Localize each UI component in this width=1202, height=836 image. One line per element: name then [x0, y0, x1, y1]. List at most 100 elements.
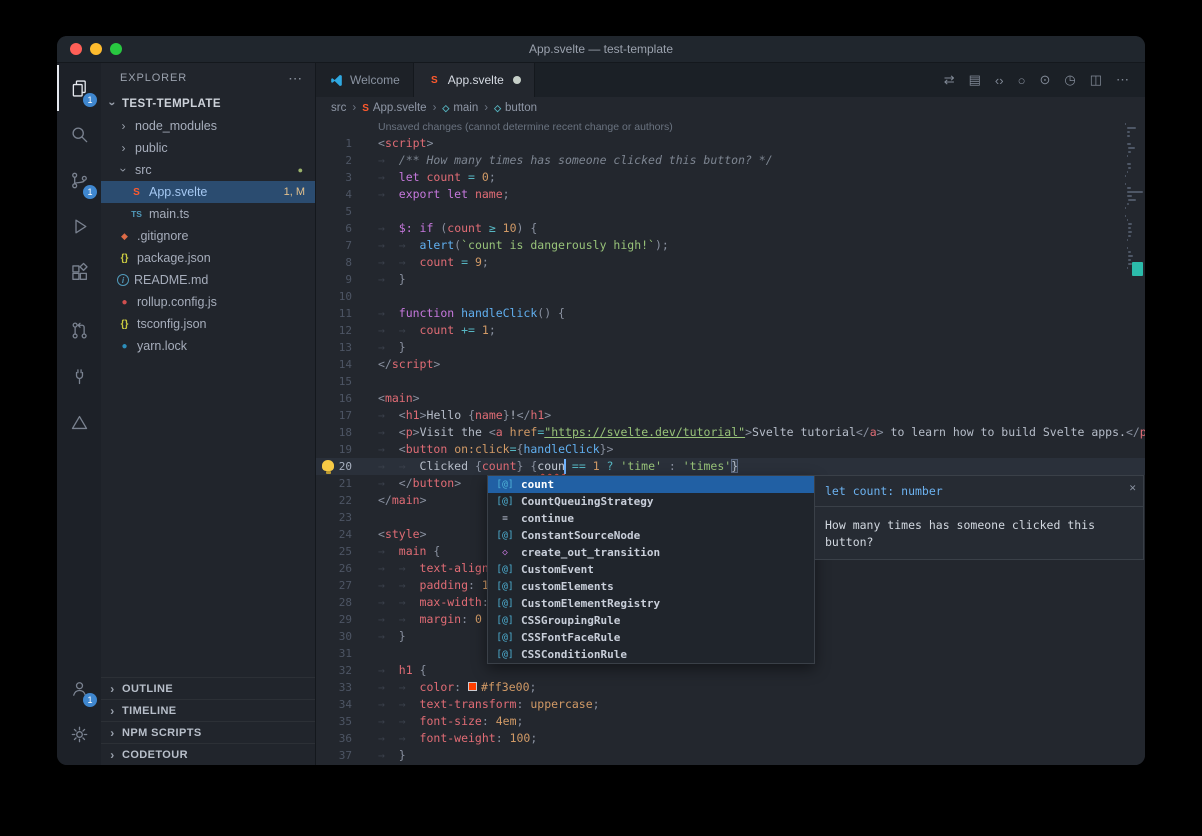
- minimap[interactable]: [1125, 123, 1142, 271]
- code-text: → <button on:click={handleClick}>: [378, 441, 1145, 458]
- tree-item-node_modules[interactable]: ›node_modules: [101, 115, 315, 137]
- tree-item-.gitignore[interactable]: ◆.gitignore: [101, 225, 315, 247]
- code-line[interactable]: 14</script>: [316, 356, 1145, 373]
- split-editor-icon[interactable]: ◫: [1090, 72, 1102, 88]
- token: handleClick: [523, 442, 599, 456]
- activity-codetour-button[interactable]: [57, 399, 101, 445]
- code-line[interactable]: 9→ }: [316, 271, 1145, 288]
- title-bar[interactable]: App.svelte — test-template: [57, 36, 1145, 63]
- tree-item-label: public: [135, 141, 168, 155]
- breadcrumb-button[interactable]: ◇button: [494, 102, 537, 114]
- suggestion-CustomEvent[interactable]: [@]CustomEvent: [488, 561, 814, 578]
- tab-welcome[interactable]: Welcome: [316, 63, 414, 97]
- breadcrumb-label: button: [505, 102, 537, 114]
- activity-source-control-button[interactable]: 1: [57, 157, 101, 203]
- suggestion-kind-icon: ◇: [493, 544, 517, 561]
- editor[interactable]: Unsaved changes (cannot determine recent…: [316, 119, 1145, 765]
- token: );: [655, 238, 669, 252]
- codelens[interactable]: Unsaved changes (cannot determine recent…: [316, 119, 1145, 135]
- tree-item-main.ts[interactable]: TSmain.ts: [101, 203, 315, 225]
- tab-app-svelte[interactable]: S App.svelte: [414, 63, 535, 97]
- code-line[interactable]: 32→ h1 {: [316, 662, 1145, 679]
- section-npm-scripts[interactable]: ›NPM SCRIPTS: [101, 721, 315, 743]
- lightbulb-icon[interactable]: [322, 460, 334, 471]
- tree-item-README.md[interactable]: iREADME.md: [101, 269, 315, 291]
- suggestion-CustomElementRegistry[interactable]: [@]CustomElementRegistry: [488, 595, 814, 612]
- code-line[interactable]: 1<script>: [316, 135, 1145, 152]
- section-codetour[interactable]: ›CODETOUR: [101, 743, 315, 765]
- tree-item-public[interactable]: ›public: [101, 137, 315, 159]
- suggestion-ConstantSourceNode[interactable]: [@]ConstantSourceNode: [488, 527, 814, 544]
- suggestion-CSSGroupingRule[interactable]: [@]CSSGroupingRule: [488, 612, 814, 629]
- open-changes-icon[interactable]: ▤: [969, 72, 981, 88]
- code-line[interactable]: 19→ <button on:click={handleClick}>: [316, 441, 1145, 458]
- screencast-icon[interactable]: ⊙: [1039, 72, 1050, 88]
- code-line[interactable]: 37→ }: [316, 747, 1145, 764]
- suggestion-customElements[interactable]: [@]customElements: [488, 578, 814, 595]
- accounts-button[interactable]: 1: [57, 665, 101, 711]
- explorer-sidebar: EXPLORER ⋯ › TEST-TEMPLATE ›node_modules…: [101, 63, 316, 765]
- unsaved-dot[interactable]: [513, 76, 521, 84]
- inline-view-icon[interactable]: ‹›: [995, 73, 1004, 88]
- close-window-button[interactable]: [70, 43, 82, 55]
- code-line[interactable]: 17→ <h1>Hello {name}!</h1>: [316, 407, 1145, 424]
- activity-search-button[interactable]: [57, 111, 101, 157]
- suggestion-continue[interactable]: ≡continue: [488, 510, 814, 527]
- breadcrumb-src[interactable]: src: [331, 102, 346, 114]
- minimize-window-button[interactable]: [90, 43, 102, 55]
- code-line[interactable]: 18→ <p>Visit the <a href="https://svelte…: [316, 424, 1145, 441]
- code-line[interactable]: 33→ → color: #ff3e00;: [316, 679, 1145, 696]
- tree-item-src[interactable]: ›src●: [101, 159, 315, 181]
- code-line[interactable]: 12→ → count += 1;: [316, 322, 1145, 339]
- line-number: 31: [316, 645, 378, 662]
- timeline-icon[interactable]: ◷: [1064, 72, 1075, 88]
- code-line[interactable]: 4→ export let name;: [316, 186, 1145, 203]
- code-line[interactable]: 2→ /** How many times has someone clicke…: [316, 152, 1145, 169]
- code-line[interactable]: 16<main>: [316, 390, 1145, 407]
- suggestion-CSSFontFaceRule[interactable]: [@]CSSFontFaceRule: [488, 629, 814, 646]
- code-line[interactable]: 11→ function handleClick() {: [316, 305, 1145, 322]
- more-actions-icon[interactable]: ⋯: [288, 70, 303, 87]
- breadcrumb-App.svelte[interactable]: SApp.svelte: [362, 102, 426, 114]
- code-line[interactable]: 10: [316, 288, 1145, 305]
- git-compare-icon[interactable]: ⇄: [944, 72, 955, 88]
- code-line[interactable]: 35→ → font-size: 4em;: [316, 713, 1145, 730]
- tree-item-App.svelte[interactable]: SApp.svelte1, M: [101, 181, 315, 203]
- activity-remote-button[interactable]: [57, 353, 101, 399]
- activity-run-debug-button[interactable]: [57, 203, 101, 249]
- code-line[interactable]: 5: [316, 203, 1145, 220]
- tree-item-rollup.config.js[interactable]: ●rollup.config.js: [101, 291, 315, 313]
- code-line[interactable]: 20→ → Clicked {count} {coun == 1 ? 'time…: [316, 458, 1145, 475]
- close-icon[interactable]: ✕: [1129, 479, 1136, 496]
- more-actions-icon[interactable]: ⋯: [1116, 72, 1129, 88]
- tree-item-tsconfig.json[interactable]: {}tsconfig.json: [101, 313, 315, 335]
- chevron-right-icon: ›: [106, 749, 119, 761]
- suggestion-create_out_transition[interactable]: ◇create_out_transition: [488, 544, 814, 561]
- section-timeline[interactable]: ›TIMELINE: [101, 699, 315, 721]
- code-line[interactable]: 13→ }: [316, 339, 1145, 356]
- section-outline[interactable]: ›OUTLINE: [101, 677, 315, 699]
- minimap-line: [1125, 215, 1126, 217]
- code-line[interactable]: 7→ → alert(`count is dangerously high!`)…: [316, 237, 1145, 254]
- line-number: 11: [316, 305, 378, 322]
- activity-github-pr-button[interactable]: [57, 307, 101, 353]
- code-line[interactable]: 8→ → count = 9;: [316, 254, 1145, 271]
- tree-item-yarn.lock[interactable]: ●yarn.lock: [101, 335, 315, 357]
- suggestion-CSSConditionRule[interactable]: [@]CSSConditionRule: [488, 646, 814, 663]
- code-line[interactable]: 15: [316, 373, 1145, 390]
- settings-button[interactable]: [57, 711, 101, 757]
- code-line[interactable]: 36→ → font-weight: 100;: [316, 730, 1145, 747]
- code-line[interactable]: 3→ let count = 0;: [316, 169, 1145, 186]
- suggestion-CountQueuingStrategy[interactable]: [@]CountQueuingStrategy: [488, 493, 814, 510]
- line-number: 9: [316, 271, 378, 288]
- code-line[interactable]: 34→ → text-transform: uppercase;: [316, 696, 1145, 713]
- zoom-window-button[interactable]: [110, 43, 122, 55]
- activity-extensions-button[interactable]: [57, 249, 101, 295]
- suggestion-count[interactable]: [@]count: [488, 476, 814, 493]
- tree-item-package.json[interactable]: {}package.json: [101, 247, 315, 269]
- code-line[interactable]: 6→ $: if (count ≥ 10) {: [316, 220, 1145, 237]
- toggle-annotations-icon[interactable]: ○: [1018, 73, 1026, 88]
- activity-explorer-button[interactable]: 1: [57, 65, 101, 111]
- project-root-row[interactable]: › TEST-TEMPLATE: [101, 93, 315, 115]
- breadcrumb-main[interactable]: ◇main: [442, 102, 478, 114]
